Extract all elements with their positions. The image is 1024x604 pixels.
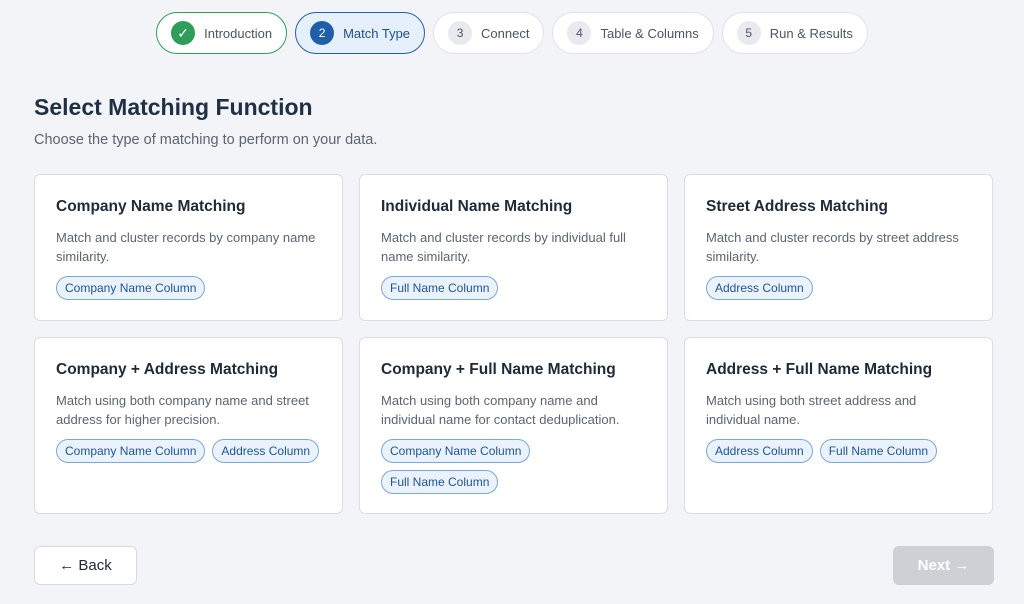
wizard-stepper: ✓ Introduction 2 Match Type 3 Connect 4 … — [0, 12, 1024, 54]
card-company-address-matching[interactable]: Company + Address Matching Match using b… — [34, 337, 343, 514]
column-tag: Full Name Column — [819, 439, 938, 463]
step-label: Introduction — [204, 25, 273, 41]
card-description: Match and cluster records by company nam… — [56, 230, 316, 264]
step-label: Connect — [481, 25, 530, 41]
next-button[interactable]: Next → — [893, 546, 994, 585]
page-subtitle: Choose the type of matching to perform o… — [34, 132, 378, 148]
card-title: Street Address Matching — [706, 198, 889, 215]
step-table-columns[interactable]: 4 Table & Columns — [552, 12, 714, 54]
card-description: Match using both company name and indivi… — [381, 393, 620, 427]
step-number: 4 — [567, 21, 592, 45]
column-tags: Full Name Column — [381, 276, 647, 300]
column-tags: Company Name Column Address Column — [56, 439, 322, 463]
column-tag: Address Column — [212, 439, 320, 463]
column-tags: Address Column — [706, 276, 972, 300]
column-tags: Company Name Column — [56, 276, 322, 300]
card-address-full-name-matching[interactable]: Address + Full Name Matching Match using… — [684, 337, 993, 514]
step-number: 5 — [736, 21, 761, 45]
column-tag: Full Name Column — [381, 276, 499, 300]
step-connect[interactable]: 3 Connect — [433, 12, 545, 54]
card-description: Match and cluster records by individual … — [381, 230, 626, 264]
column-tag: Address Column — [706, 276, 813, 300]
matching-function-grid: Company Name Matching Match and cluster … — [34, 174, 994, 514]
card-street-address-matching[interactable]: Street Address Matching Match and cluste… — [684, 174, 993, 321]
column-tags: Address Column Full Name Column — [706, 439, 972, 463]
card-description: Match using both company name and street… — [56, 393, 309, 427]
card-title: Company + Address Matching — [56, 361, 279, 378]
step-number: 2 — [310, 21, 335, 45]
back-button[interactable]: ← Back — [34, 546, 137, 585]
card-title: Company Name Matching — [56, 198, 246, 215]
step-label: Table & Columns — [600, 25, 699, 41]
card-description: Match using both street address and indi… — [706, 393, 917, 427]
step-label: Run & Results — [769, 25, 853, 41]
card-title: Individual Name Matching — [381, 198, 573, 215]
card-company-full-name-matching[interactable]: Company + Full Name Matching Match using… — [359, 337, 668, 514]
step-match-type[interactable]: 2 Match Type — [295, 12, 426, 54]
column-tag: Full Name Column — [381, 470, 499, 494]
card-company-name-matching[interactable]: Company Name Matching Match and cluster … — [34, 174, 343, 321]
card-description: Match and cluster records by street addr… — [706, 230, 959, 264]
card-title: Company + Full Name Matching — [381, 361, 616, 378]
step-run-results[interactable]: 5 Run & Results — [721, 12, 868, 54]
card-title: Address + Full Name Matching — [706, 361, 933, 378]
column-tag: Company Name Column — [381, 439, 531, 463]
column-tag: Address Column — [706, 439, 813, 463]
column-tag: Company Name Column — [56, 439, 206, 463]
column-tag: Company Name Column — [56, 276, 206, 300]
step-introduction[interactable]: ✓ Introduction — [156, 12, 288, 54]
step-label: Match Type — [343, 25, 411, 41]
step-number: 3 — [448, 21, 473, 45]
column-tags: Company Name Column Full Name Column — [381, 439, 647, 494]
page-title: Select Matching Function — [34, 94, 313, 120]
card-individual-name-matching[interactable]: Individual Name Matching Match and clust… — [359, 174, 668, 321]
checkmark-icon: ✓ — [171, 21, 196, 45]
